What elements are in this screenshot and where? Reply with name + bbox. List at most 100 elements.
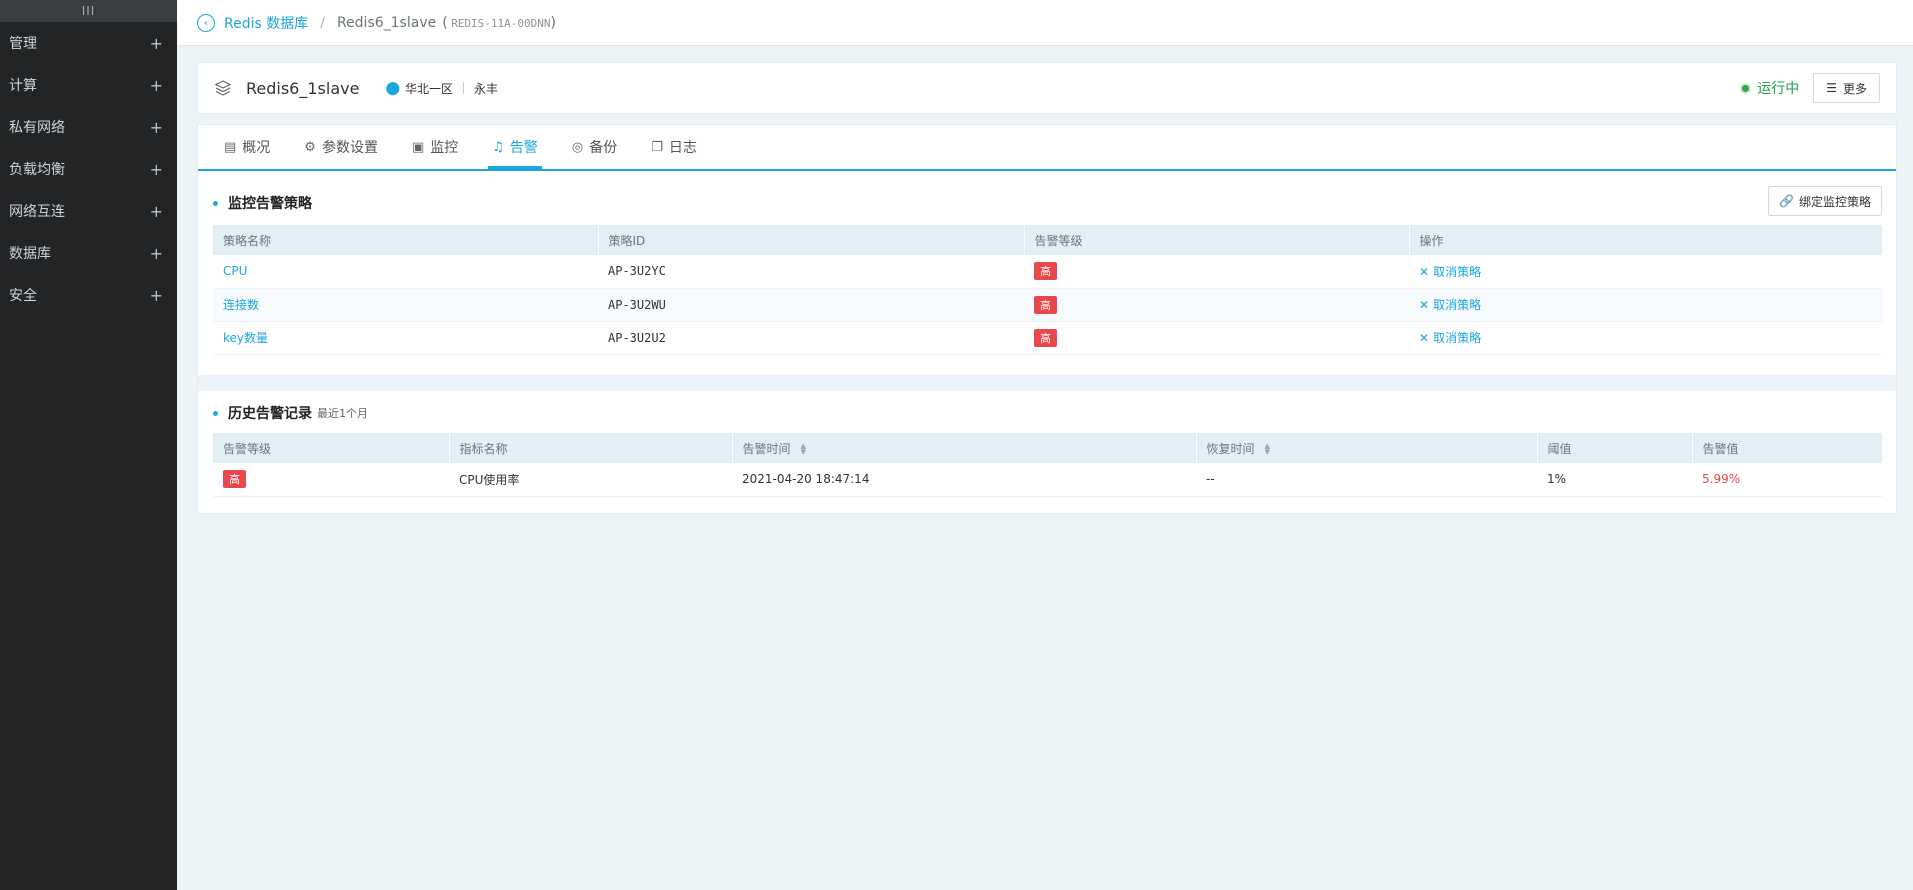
monitor-icon: ▣	[411, 139, 425, 155]
alert-level-badge: 高	[223, 470, 246, 489]
breadcrumb-separator: /	[320, 14, 325, 31]
tab-overview[interactable]: ▤ 概况	[224, 125, 270, 169]
instance-name: Redis6_1slave	[246, 78, 360, 98]
menu-icon: ☰	[1826, 81, 1837, 95]
policy-id: AP-3U2U2	[608, 330, 666, 345]
policy-id: AP-3U2YC	[608, 264, 666, 279]
column-header-label: 恢复时间	[1206, 441, 1255, 456]
bell-icon: ♫	[492, 139, 504, 155]
more-button[interactable]: ☰ 更多	[1813, 73, 1880, 103]
table-row: key数量 AP-3U2U2 高 ✕ 取消策略	[213, 321, 1883, 355]
close-icon: ✕	[1419, 264, 1430, 279]
status-badge: 运行中	[1757, 81, 1800, 97]
bind-policy-label: 绑定监控策略	[1798, 194, 1871, 209]
column-header: 告警等级	[1024, 225, 1410, 255]
camera-icon: ◎	[571, 139, 584, 155]
breadcrumb-instance-id: ( REDIS-11A-00DNN)	[442, 15, 556, 31]
sidebar-item-database[interactable]: 数据库 +	[0, 232, 177, 274]
column-header: 策略名称	[213, 225, 599, 255]
sidebar-item-label: 数据库	[9, 246, 51, 262]
cancel-policy-label: 取消策略	[1433, 264, 1482, 279]
column-header: 策略ID	[598, 225, 1025, 255]
instance-id: REDIS-11A-00DNN	[451, 16, 551, 30]
tab-logs[interactable]: ❐ 日志	[651, 125, 697, 169]
tab-monitor[interactable]: ▣ 监控	[412, 125, 458, 169]
cancel-policy-button[interactable]: ✕ 取消策略	[1419, 331, 1481, 345]
policy-name-link[interactable]: CPU	[223, 264, 247, 278]
sort-icon[interactable]: ▲ ▼	[801, 443, 806, 456]
overview-icon: ▤	[224, 139, 237, 155]
tab-label: 参数设置	[321, 140, 378, 156]
tab-bar: ▤ 概况 ⚙ 参数设置 ▣ 监控 ♫ 告警 ◎ 备份 ❐ 日志	[198, 125, 1896, 171]
bullet-icon	[213, 410, 218, 416]
plus-icon: +	[149, 117, 163, 137]
sidebar-item-vpc[interactable]: 私有网络 +	[0, 106, 177, 148]
alert-time: 2021-04-20 18:47:14	[732, 463, 1196, 497]
sidebar-item-label: 网络互连	[9, 204, 65, 220]
column-header-sortable[interactable]: 告警时间 ▲ ▼	[732, 433, 1197, 463]
instance-region: 华北一区	[405, 81, 454, 96]
sidebar-item-label: 计算	[9, 78, 37, 94]
table-row: 高 CPU使用率 2021-04-20 18:47:14 -- 1% 5.99%	[213, 463, 1883, 497]
alert-level-badge: 高	[1034, 295, 1057, 314]
tab-backup[interactable]: ◎ 备份	[572, 125, 617, 169]
location-pin-icon: ⬤	[385, 80, 400, 96]
sidebar-item-load-balancer[interactable]: 负载均衡 +	[0, 148, 177, 190]
policy-name-link[interactable]: key数量	[223, 331, 268, 345]
cancel-policy-button[interactable]: ✕ 取消策略	[1419, 265, 1481, 279]
sidebar-item-manage[interactable]: 管理 +	[0, 22, 177, 64]
breadcrumb: ‹ Redis 数据库 / Redis6_1slave ( REDIS-11A-…	[177, 0, 1913, 46]
plus-icon: +	[149, 243, 163, 263]
history-table: 告警等级 指标名称 告警时间 ▲ ▼ 恢复时间 ▲ ▼ 阈值 告警值 高 CPU使用率 …	[213, 433, 1883, 497]
close-icon: ✕	[1419, 298, 1430, 312]
tab-label: 备份	[589, 140, 618, 156]
log-icon: ❐	[651, 139, 663, 155]
column-header-sortable[interactable]: 恢复时间 ▲ ▼	[1196, 433, 1538, 463]
column-header-label: 告警时间	[742, 441, 791, 456]
cancel-policy-label: 取消策略	[1433, 298, 1482, 312]
history-section-title: 历史告警记录 最近1个月	[213, 403, 368, 423]
section-subtitle: 最近1个月	[317, 407, 368, 420]
status-dot-icon	[1740, 82, 1752, 94]
policy-section-title: 监控告警策略	[213, 193, 312, 213]
sidebar-item-label: 私有网络	[9, 120, 65, 136]
sidebar-item-interconnect[interactable]: 网络互连 +	[0, 190, 177, 232]
instance-zone: 永丰	[474, 81, 499, 96]
divider	[463, 82, 465, 94]
sidebar-collapse-handle[interactable]: III	[0, 0, 177, 22]
close-icon: ✕	[1419, 331, 1430, 345]
section-title-text: 历史告警记录	[228, 406, 312, 422]
column-header: 操作	[1409, 225, 1883, 255]
sidebar-item-security[interactable]: 安全 +	[0, 274, 177, 316]
bind-policy-button[interactable]: 🔗 绑定监控策略	[1768, 186, 1882, 216]
breadcrumb-current: Redis6_1slave	[336, 14, 437, 31]
alert-level-badge: 高	[1034, 328, 1057, 347]
tab-alerts[interactable]: ♫ 告警	[488, 125, 542, 169]
cancel-policy-button[interactable]: ✕ 取消策略	[1419, 298, 1481, 312]
alert-level-badge: 高	[1034, 262, 1057, 281]
bullet-icon	[213, 200, 218, 206]
back-arrow-icon[interactable]: ‹	[197, 13, 215, 32]
policy-id: AP-3U2WU	[608, 297, 666, 312]
sidebar: III 管理 + 计算 + 私有网络 + 负载均衡 + 网络互连 + 数据库 +…	[0, 0, 177, 890]
sort-icon[interactable]: ▲ ▼	[1265, 443, 1270, 456]
tab-label: 日志	[668, 140, 697, 156]
link-icon: 🔗	[1779, 194, 1794, 208]
tab-label: 概况	[242, 140, 271, 156]
section-title-text: 监控告警策略	[228, 196, 312, 212]
column-header: 指标名称	[449, 433, 733, 463]
column-header: 阈值	[1537, 433, 1693, 463]
sidebar-item-compute[interactable]: 计算 +	[0, 64, 177, 106]
tab-label: 监控	[430, 140, 459, 156]
gear-icon: ⚙	[304, 139, 316, 155]
column-header: 告警等级	[213, 433, 450, 463]
cancel-policy-label: 取消策略	[1433, 331, 1482, 345]
sidebar-item-label: 安全	[9, 288, 37, 304]
threshold: 1%	[1537, 463, 1692, 497]
plus-icon: +	[149, 33, 163, 53]
alert-panel: ▤ 概况 ⚙ 参数设置 ▣ 监控 ♫ 告警 ◎ 备份 ❐ 日志 监控告警策略 🔗…	[197, 124, 1897, 514]
tab-parameters[interactable]: ⚙ 参数设置	[304, 125, 378, 169]
breadcrumb-redis-link[interactable]: Redis 数据库	[224, 13, 308, 33]
instance-card: Redis6_1slave ⬤ 华北一区 永丰 运行中 ☰ 更多	[197, 62, 1897, 114]
policy-name-link[interactable]: 连接数	[223, 298, 259, 312]
